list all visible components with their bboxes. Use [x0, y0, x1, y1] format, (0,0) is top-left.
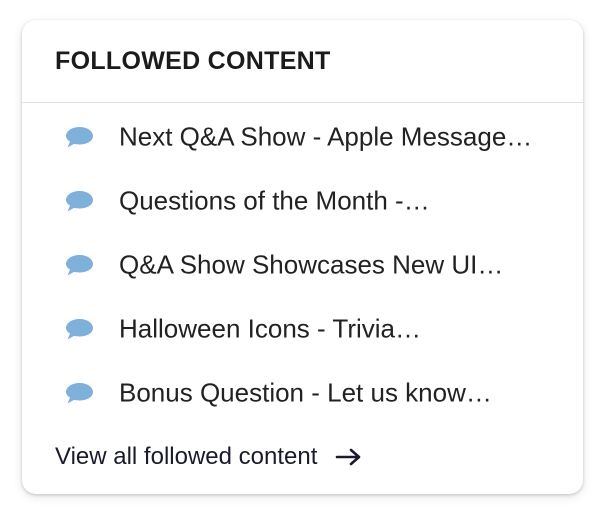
view-all-followed-link[interactable]: View all followed content [55, 443, 363, 471]
list-item-label[interactable]: Questions of the Month -… [119, 186, 430, 217]
followed-content-card: FOLLOWED CONTENT Next Q&A Show - Apple M… [22, 20, 583, 494]
list-item[interactable]: Next Q&A Show - Apple Message… [22, 105, 583, 169]
chat-bubble-icon [66, 255, 93, 276]
list-item[interactable]: Bonus Question - Let us know… [22, 361, 583, 425]
list-item-label[interactable]: Halloween Icons - Trivia… [119, 314, 421, 345]
chat-bubble-icon [66, 319, 93, 340]
chat-bubble-icon [66, 383, 93, 404]
list-item[interactable]: Questions of the Month -… [22, 169, 583, 233]
arrow-right-icon[interactable] [335, 447, 363, 467]
followed-content-list: Next Q&A Show - Apple Message… Questions… [22, 103, 583, 425]
list-item[interactable]: Q&A Show Showcases New UI… [22, 233, 583, 297]
chat-bubble-icon [66, 191, 93, 212]
list-item-label[interactable]: Bonus Question - Let us know… [119, 378, 492, 409]
card-title: FOLLOWED CONTENT [55, 47, 331, 75]
list-item-label[interactable]: Q&A Show Showcases New UI… [119, 250, 503, 281]
view-all-followed-label[interactable]: View all followed content [55, 443, 317, 471]
chat-bubble-icon [66, 127, 93, 148]
list-item[interactable]: Halloween Icons - Trivia… [22, 297, 583, 361]
list-item-label[interactable]: Next Q&A Show - Apple Message… [119, 122, 532, 153]
card-header: FOLLOWED CONTENT [22, 20, 583, 103]
